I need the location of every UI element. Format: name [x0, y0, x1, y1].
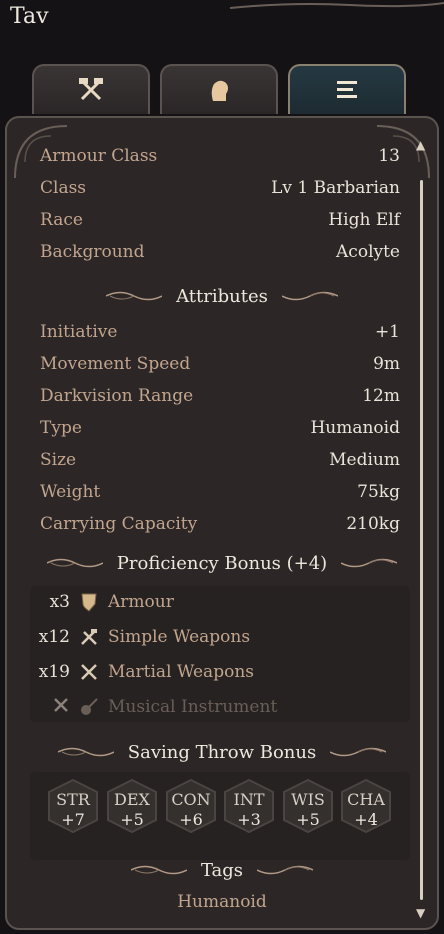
- ability-bonus: +6: [179, 810, 203, 829]
- stat-row-race: Race High Elf: [40, 206, 400, 234]
- stat-row-armour-class: Armour Class 13: [40, 142, 400, 170]
- section-title: Saving Throw Bonus: [127, 741, 317, 763]
- stat-label: Type: [40, 418, 82, 438]
- stat-label: Movement Speed: [40, 354, 191, 374]
- stat-row-size: Size Medium: [40, 446, 400, 474]
- scroll-down-icon[interactable]: ▼: [416, 906, 425, 920]
- section-header-proficiency: Proficiency Bonus (+4): [0, 548, 444, 578]
- tab-bar: [32, 64, 407, 116]
- saving-throw-dex[interactable]: DEX +5: [105, 778, 159, 834]
- ability-name: WIS: [291, 790, 325, 809]
- stat-value: Humanoid: [310, 418, 400, 438]
- stat-value: +1: [374, 322, 400, 342]
- not-proficient-icon: [36, 696, 70, 719]
- ability-bonus: +4: [354, 810, 378, 829]
- tab-details[interactable]: [288, 64, 406, 114]
- swirl-ornament: [106, 291, 163, 301]
- tab-equipment[interactable]: [32, 64, 150, 114]
- swirl-ornament: [341, 558, 398, 568]
- section-title: Tags: [200, 859, 244, 881]
- stat-value: 13: [378, 146, 400, 166]
- stat-value: 75kg: [357, 482, 400, 502]
- stat-label: Weight: [40, 482, 101, 502]
- stat-row-darkvision: Darkvision Range 12m: [40, 382, 400, 410]
- ability-name: CHA: [347, 790, 385, 809]
- stat-label: Class: [40, 178, 87, 198]
- saving-throw-wis[interactable]: WIS +5: [281, 778, 335, 834]
- stat-label: Initiative: [40, 322, 118, 342]
- list-icon: [337, 81, 357, 98]
- ability-bonus: +3: [237, 810, 261, 829]
- header-ornament: [230, 2, 444, 9]
- proficiency-label: Martial Weapons: [108, 662, 254, 682]
- proficiency-label: Armour: [108, 592, 174, 612]
- proficiency-label: Simple Weapons: [108, 627, 251, 647]
- ability-name: INT: [233, 790, 265, 809]
- armour-icon: [78, 591, 100, 613]
- stat-value: High Elf: [328, 210, 400, 230]
- tab-character[interactable]: [160, 64, 278, 114]
- ability-bonus: +5: [296, 810, 320, 829]
- swirl-ornament: [57, 747, 114, 757]
- swirl-ornament: [46, 558, 103, 568]
- stat-row-carrying-capacity: Carrying Capacity 210kg: [40, 510, 400, 538]
- stat-label: Carrying Capacity: [40, 514, 198, 534]
- stat-row-weight: Weight 75kg: [40, 478, 400, 506]
- stat-label: Armour Class: [40, 146, 158, 166]
- section-header-tags: Tags: [0, 855, 444, 885]
- stat-row-class: Class Lv 1 Barbarian: [40, 174, 400, 202]
- ability-name: DEX: [114, 790, 150, 809]
- stat-label: Size: [40, 450, 77, 470]
- head-profile-icon: [211, 80, 228, 101]
- stat-row-movement-speed: Movement Speed 9m: [40, 350, 400, 378]
- saving-throw-str[interactable]: STR +7: [46, 778, 100, 834]
- proficiency-item[interactable]: x19 Martial Weapons: [36, 657, 386, 687]
- stat-row-type: Type Humanoid: [40, 414, 400, 442]
- ability-bonus: +5: [120, 810, 144, 829]
- proficiency-item[interactable]: x3 Armour: [36, 587, 386, 617]
- proficiency-item-disabled[interactable]: Musical Instrument: [36, 692, 386, 722]
- proficiency-count: x19: [38, 662, 70, 682]
- section-header-saving-throws: Saving Throw Bonus: [0, 737, 444, 767]
- crossed-hammers-icon: [79, 78, 103, 101]
- simple-weapons-icon: [78, 626, 100, 648]
- stat-value: Medium: [329, 450, 400, 470]
- proficiency-item[interactable]: x12 Simple Weapons: [36, 622, 386, 652]
- section-title: Proficiency Bonus (+4): [116, 552, 328, 574]
- scrollbar[interactable]: [420, 180, 423, 900]
- stat-label: Race: [40, 210, 83, 230]
- proficiency-count: x3: [49, 592, 70, 612]
- saving-throw-con[interactable]: CON +6: [164, 778, 218, 834]
- window-title: Tav: [10, 4, 49, 29]
- scroll-up-icon[interactable]: ▲: [416, 138, 425, 152]
- proficiency-label: Musical Instrument: [108, 697, 278, 717]
- swirl-ornament: [257, 865, 314, 875]
- saving-throw-int[interactable]: INT +3: [222, 778, 276, 834]
- stat-row-background: Background Acolyte: [40, 238, 400, 266]
- swirl-ornament: [281, 291, 338, 301]
- section-header-attributes: Attributes: [0, 281, 444, 311]
- stat-label: Background: [40, 242, 145, 262]
- ability-bonus: +7: [61, 810, 85, 829]
- tag-item: Humanoid: [177, 892, 267, 912]
- stat-value: Lv 1 Barbarian: [271, 178, 400, 198]
- swirl-ornament: [130, 865, 187, 875]
- swirl-ornament: [330, 747, 387, 757]
- stat-row-initiative: Initiative +1: [40, 318, 400, 346]
- saving-throw-cha[interactable]: CHA +4: [339, 778, 393, 834]
- section-title: Attributes: [176, 285, 268, 307]
- stat-value: 9m: [373, 354, 400, 374]
- stat-value: 12m: [362, 386, 400, 406]
- ability-name: CON: [171, 790, 211, 809]
- lute-icon: [78, 696, 100, 718]
- proficiency-count: x12: [38, 627, 70, 647]
- stat-value: 210kg: [346, 514, 400, 534]
- martial-weapons-icon: [78, 661, 100, 683]
- stat-label: Darkvision Range: [40, 386, 194, 406]
- ability-name: STR: [56, 790, 90, 809]
- stat-value: Acolyte: [336, 242, 400, 262]
